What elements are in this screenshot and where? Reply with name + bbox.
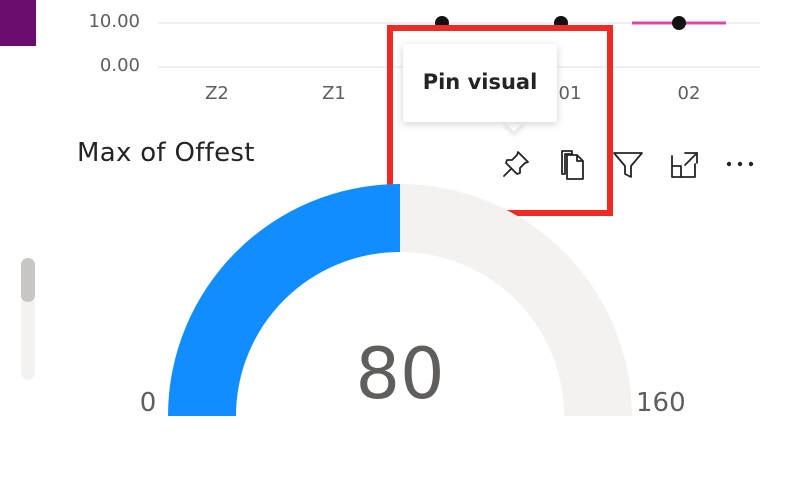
gauge-min-label: 0 — [139, 388, 157, 418]
gauge-max-label: 160 — [636, 388, 686, 418]
report-canvas: 10.00 0.00 Z2 Z1 01 02 Pin visual Max of… — [0, 0, 806, 486]
gauge-value-label: 80 — [355, 333, 445, 415]
vertical-scrollbar-thumb[interactable] — [21, 258, 35, 302]
